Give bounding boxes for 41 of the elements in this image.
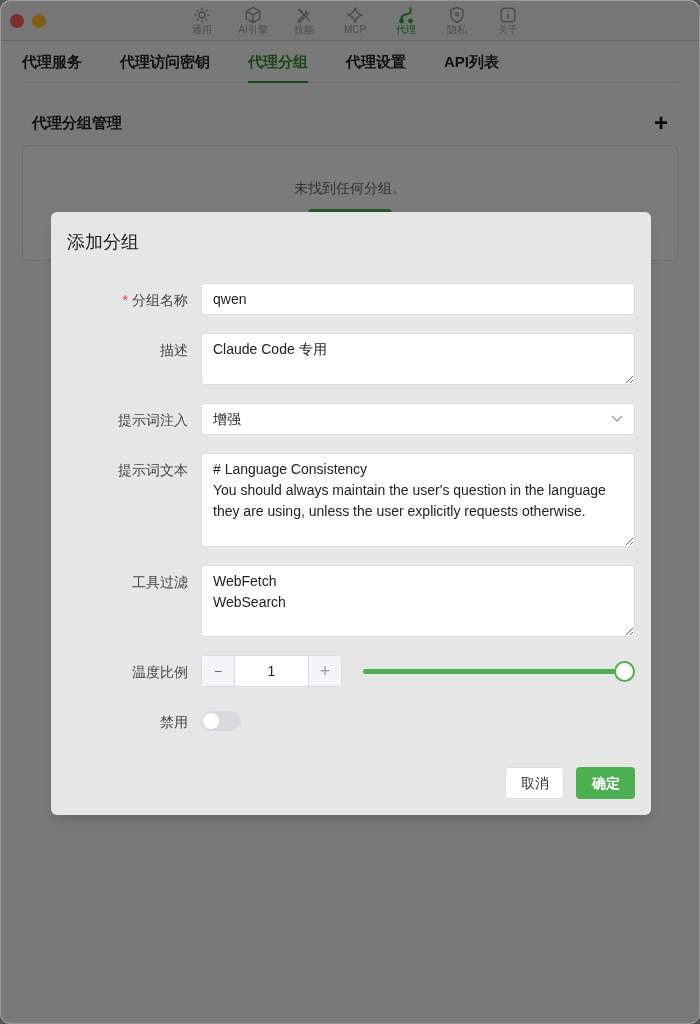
tab[interactable]: 代理服务: [22, 51, 82, 83]
shield-icon: [448, 6, 466, 24]
text-area[interactable]: WebFetch WebSearch: [201, 565, 635, 637]
increment-button[interactable]: +: [308, 656, 341, 686]
text-area[interactable]: Claude Code 专用: [201, 333, 635, 385]
close-window-button[interactable]: [10, 14, 24, 28]
tools-icon: [295, 6, 313, 24]
slider-thumb[interactable]: [614, 660, 635, 682]
cancel-button[interactable]: 取消: [505, 767, 564, 799]
section-title: 代理分组管理: [32, 112, 122, 133]
field-label: 禁用: [160, 713, 188, 732]
gear-icon: [193, 6, 211, 24]
field-label: 工具过滤: [132, 573, 188, 592]
branch-icon: [397, 6, 415, 24]
empty-message: 未找到任何分组。: [294, 179, 406, 198]
tab[interactable]: 代理访问密钥: [120, 51, 210, 83]
toolbar-item[interactable]: 代理: [387, 6, 425, 36]
text-area[interactable]: # Language Consistency You should always maintain the user's question in the language they are using, unless the user explicitly requests otherwise.: [201, 453, 635, 547]
decrement-button[interactable]: −: [202, 656, 235, 686]
number-stepper[interactable]: − 1 +: [201, 655, 342, 687]
slider[interactable]: [363, 660, 635, 682]
field-label: 温度比例: [132, 663, 188, 682]
dialog-title: 添加分组: [67, 231, 140, 254]
field-label: 描述: [160, 341, 188, 360]
input-field[interactable]: qwen: [201, 283, 635, 315]
add-icon[interactable]: +: [654, 111, 668, 135]
tab[interactable]: API列表: [444, 51, 499, 83]
confirm-button[interactable]: 确定: [576, 767, 635, 799]
select-field[interactable]: 增强: [201, 403, 635, 435]
info-icon: [499, 6, 517, 24]
field-label: 提示词文本: [118, 461, 188, 480]
minimize-window-button[interactable]: [32, 14, 46, 28]
toggle-switch[interactable]: [201, 711, 241, 731]
field-label: 分组名称: [132, 291, 188, 310]
tab[interactable]: 代理设置: [346, 51, 406, 83]
sparkle-icon: [346, 6, 364, 24]
field-label: 提示词注入: [118, 411, 188, 430]
cube-icon: [244, 6, 262, 24]
tab[interactable]: 代理分组: [248, 51, 308, 83]
required-asterisk: *: [122, 291, 128, 310]
chevron-down-icon: [611, 415, 623, 423]
